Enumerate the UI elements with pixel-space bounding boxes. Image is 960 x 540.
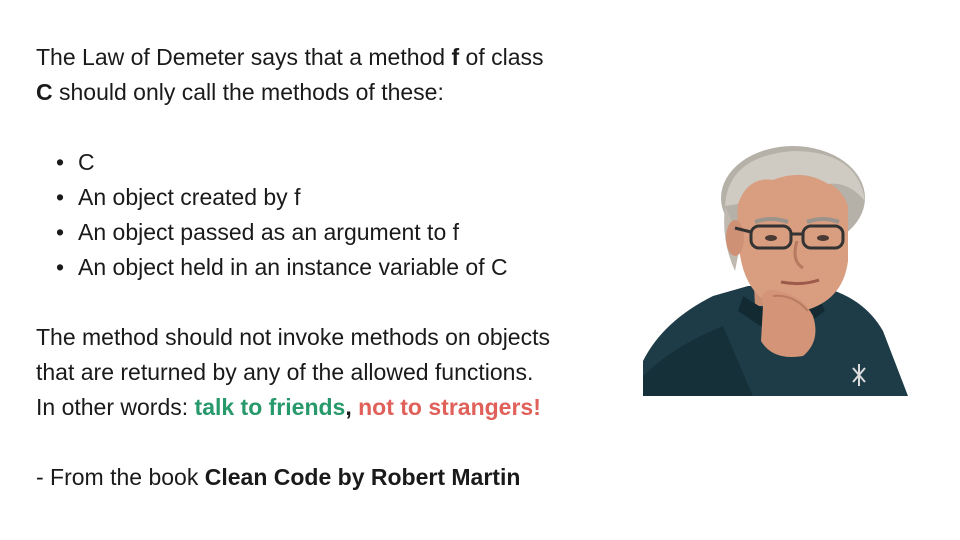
intro-text-2: of class — [459, 44, 544, 70]
friends-phrase: talk to friends — [194, 394, 346, 420]
strangers-phrase: not to strangers! — [358, 394, 541, 420]
intro-text-3: should only call the methods of these: — [52, 79, 444, 105]
portrait-image — [643, 146, 908, 396]
text-block: The Law of Demeter says that a method f … — [36, 40, 636, 495]
list-item: An object passed as an argument to f — [56, 215, 636, 250]
class-c: C — [36, 79, 53, 105]
rule-line-2: that are returned by any of the allowed … — [36, 359, 534, 385]
list-item: C — [56, 145, 636, 180]
method-f: f — [451, 44, 460, 70]
intro-line-1: The Law of Demeter says that a method f … — [36, 40, 636, 75]
book-title: Clean Code by Robert Martin — [204, 464, 521, 490]
author-photo — [643, 146, 913, 396]
intro-text: The Law of Demeter says that a method — [36, 44, 452, 70]
rule-lead: In other words: — [36, 394, 195, 420]
slide: The Law of Demeter says that a method f … — [0, 0, 960, 540]
source-line: - From the book Clean Code by Robert Mar… — [36, 460, 636, 495]
comma: , — [345, 394, 352, 420]
rule-line-3: In other words: talk to friends, not to … — [36, 390, 636, 425]
rule-line-1: The method should not invoke methods on … — [36, 324, 550, 350]
allowed-list: C An object created by f An object passe… — [36, 145, 636, 285]
list-item: An object held in an instance variable o… — [56, 250, 636, 285]
intro-line-2: C should only call the methods of these: — [36, 75, 636, 110]
list-item: An object created by f — [56, 180, 636, 215]
source-pre: - From the book — [36, 464, 205, 490]
